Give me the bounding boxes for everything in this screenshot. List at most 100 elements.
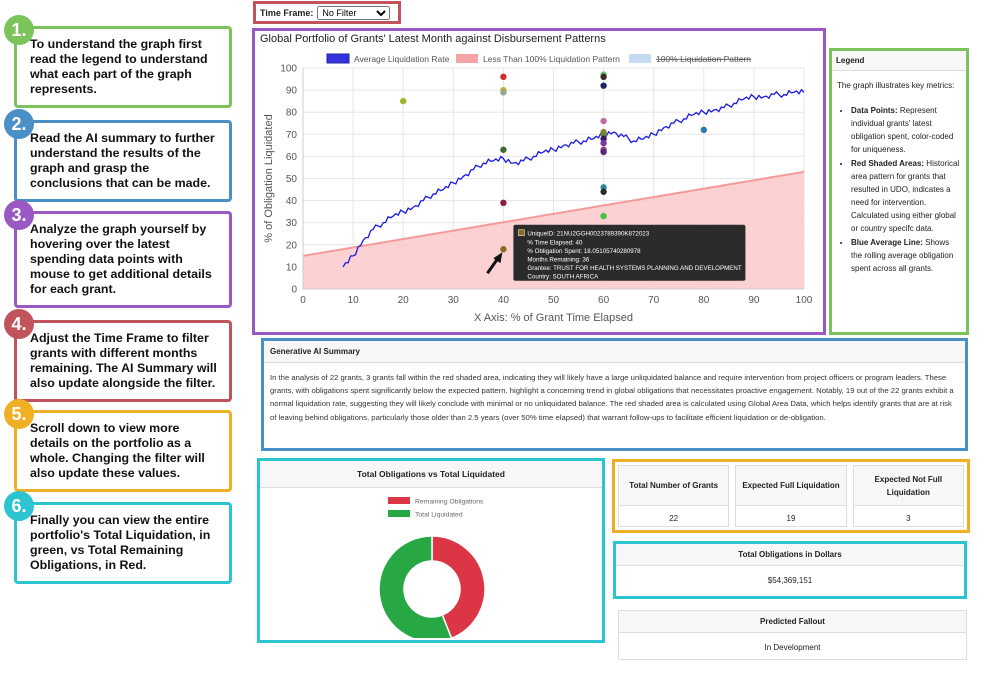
grant-data-point[interactable] <box>600 73 607 81</box>
instruction-step-1: 1. To understand the graph first read th… <box>4 15 232 108</box>
y-tick-label: 0 <box>291 285 297 296</box>
step-number-badge: 3. <box>4 200 34 230</box>
x-tick-label: 50 <box>548 295 560 306</box>
donut-legend-label: Total Liquidated <box>415 512 463 519</box>
grant-data-point[interactable] <box>600 212 607 220</box>
tooltip-line: % Time Elapsed: 40 <box>527 239 583 246</box>
donut-title: Total Obligations vs Total Liquidated <box>260 461 602 488</box>
dollars-title: Total Obligations in Dollars <box>616 544 964 566</box>
legend-panel: Legend The graph illustrates key metrics… <box>829 48 969 335</box>
x-tick-label: 70 <box>648 295 660 306</box>
legend-label: 100% Liquidation Pattern <box>656 54 751 64</box>
legend-item-blue-line: Blue Average Line: Shows the rolling ave… <box>851 236 961 275</box>
grant-data-point[interactable] <box>500 73 507 81</box>
grant-data-point[interactable] <box>600 117 607 125</box>
grant-data-point[interactable] <box>700 126 707 134</box>
grant-data-point[interactable] <box>500 146 507 153</box>
tooltip-line: UniqueID: 21NU2GGH0023789390K872023 <box>527 231 649 238</box>
tooltip-line: Country: SOUTH AFRICA <box>527 274 599 281</box>
x-tick-label: 90 <box>748 295 760 306</box>
legend-intro: The graph illustrates key metrics: <box>837 81 955 90</box>
x-tick-label: 100 <box>796 295 813 306</box>
stat-value: 3 <box>906 514 911 523</box>
grant-data-point[interactable] <box>500 246 507 253</box>
legend-label: Less Than 100% Liquidation Pattern <box>483 54 620 64</box>
fallout-value: In Development <box>764 643 821 652</box>
y-tick-label: 50 <box>286 174 298 185</box>
y-tick-label: 30 <box>286 218 298 229</box>
y-tick-label: 100 <box>280 64 297 75</box>
tooltip-line: % Obligation Spent: 18.05105740280978 <box>527 248 641 255</box>
tooltip-line: Grantee: TRUST FOR HEALTH SYSTEMS PLANNI… <box>527 265 741 272</box>
ai-summary-panel: Generative AI Summary In the analysis of… <box>261 338 968 451</box>
y-axis-label: % of Obligation Liquidated <box>263 114 275 242</box>
grant-data-point[interactable] <box>500 89 507 96</box>
ai-summary-text: In the analysis of 22 grants, 3 grants f… <box>270 373 954 422</box>
legend-swatch <box>629 54 651 63</box>
donut-legend-swatch <box>388 497 410 504</box>
donut-legend-label: Remaining Obligations <box>415 499 484 506</box>
stat-not-full-liquidation: Expected Not Full Liquidation 3 <box>852 465 964 527</box>
grant-data-point[interactable] <box>600 148 607 156</box>
step-text: Finally you can view the entire portfoli… <box>30 513 211 572</box>
y-tick-label: 40 <box>286 196 298 207</box>
ai-summary-title: Generative AI Summary <box>264 341 965 363</box>
grant-data-point[interactable] <box>600 139 607 147</box>
portfolio-scatter-chart[interactable]: Average Liquidation Rate Less Than 100% L… <box>255 31 823 332</box>
y-tick-label: 10 <box>286 262 298 273</box>
x-tick-label: 0 <box>300 295 306 306</box>
step-text: Scroll down to view more details on the … <box>30 421 205 480</box>
instruction-step-2: 2. Read the AI summary to further unders… <box>4 109 232 202</box>
step-text: Read the AI summary to further understan… <box>30 131 215 190</box>
x-tick-label: 40 <box>498 295 510 306</box>
instruction-step-4: 4. Adjust the Time Frame to filter grant… <box>4 309 232 402</box>
time-frame-label: Time Frame: <box>260 7 314 18</box>
total-obligations-dollars-panel: Total Obligations in Dollars $54,369,151 <box>613 541 967 599</box>
stat-value: 22 <box>669 514 679 523</box>
legend-panel-title: Legend <box>832 51 966 71</box>
y-tick-label: 20 <box>286 240 298 251</box>
donut-legend-swatch <box>388 510 410 517</box>
instruction-step-5: 5. Scroll down to view more details on t… <box>4 399 232 492</box>
dollars-value: $54,369,151 <box>767 576 813 585</box>
step-text: To understand the graph first read the l… <box>30 37 208 96</box>
step-number-badge: 2. <box>4 109 34 139</box>
predicted-fallout-panel: Predicted Fallout In Development <box>618 610 967 660</box>
x-tick-label: 20 <box>398 295 410 306</box>
stat-full-liquidation: Expected Full Liquidation 19 <box>735 465 847 527</box>
instruction-step-6: 6. Finally you can view the entire portf… <box>4 491 232 584</box>
obligations-donut-chart[interactable]: Remaining Obligations Total Liquidated <box>260 488 602 638</box>
tooltip-swatch <box>518 229 525 236</box>
step-number-badge: 1. <box>4 15 34 45</box>
legend-swatch <box>326 53 350 64</box>
x-tick-label: 30 <box>448 295 460 306</box>
time-frame-filter: Time Frame: No Filter <box>253 1 401 24</box>
legend-item-red-area: Red Shaded Areas: Historical area patter… <box>851 157 961 235</box>
instruction-step-3: 3. Analyze the graph yourself by hoverin… <box>4 200 232 308</box>
y-tick-label: 60 <box>286 152 298 163</box>
legend-label: Average Liquidation Rate <box>354 54 450 64</box>
x-tick-label: 60 <box>598 295 610 306</box>
step-text: Analyze the graph yourself by hovering o… <box>30 222 212 296</box>
y-tick-label: 80 <box>286 108 298 119</box>
grant-data-point[interactable] <box>400 97 407 105</box>
stats-panel: Total Number of Grants 22 Expected Full … <box>612 459 970 533</box>
stat-total-grants: Total Number of Grants 22 <box>618 465 730 527</box>
grant-data-point[interactable] <box>600 82 607 89</box>
grant-data-point[interactable] <box>500 199 507 207</box>
x-tick-label: 10 <box>348 295 360 306</box>
grant-data-point[interactable] <box>600 188 607 195</box>
obligations-donut-panel: Total Obligations vs Total Liquidated Re… <box>257 458 605 643</box>
x-tick-label: 80 <box>698 295 710 306</box>
step-number-badge: 4. <box>4 309 34 339</box>
x-axis-label: X Axis: % of Grant Time Elapsed <box>474 312 633 324</box>
legend-swatch <box>456 54 478 63</box>
fallout-title: Predicted Fallout <box>619 611 966 633</box>
stat-value: 19 <box>786 514 796 523</box>
step-number-badge: 5. <box>4 399 34 429</box>
step-text: Adjust the Time Frame to filter grants w… <box>30 331 217 390</box>
portfolio-chart-panel: Global Portfolio of Grants' Latest Month… <box>252 28 826 335</box>
time-frame-select[interactable]: No Filter <box>317 5 391 20</box>
step-number-badge: 6. <box>4 491 34 521</box>
y-tick-label: 90 <box>286 86 298 97</box>
